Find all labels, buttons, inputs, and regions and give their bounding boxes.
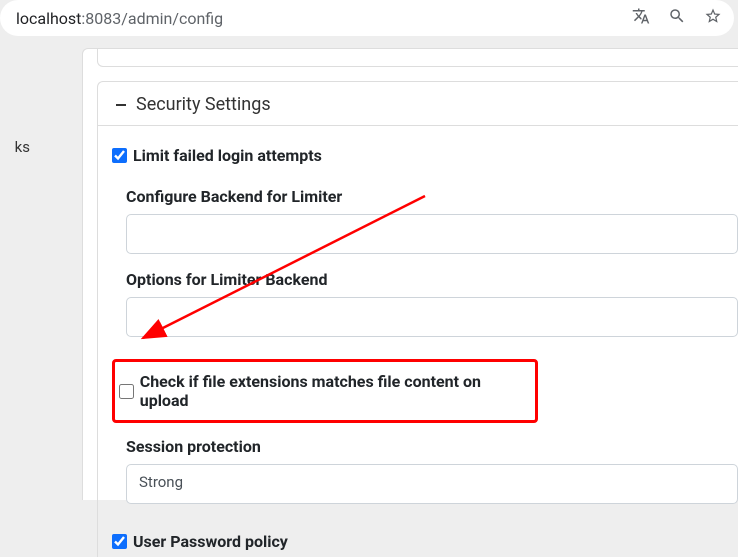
limiter-options-label: Options for Limiter Backend [126, 270, 738, 289]
section-title: Security Settings [136, 94, 271, 115]
password-policy-label[interactable]: User Password policy [133, 532, 288, 551]
star-icon[interactable] [704, 7, 722, 29]
limit-login-checkbox[interactable] [112, 148, 127, 163]
url-text: localhost:8083/admin/config [16, 9, 223, 28]
session-protection-select[interactable]: Strong [126, 464, 738, 504]
config-panel: Security Settings Limit failed login att… [82, 48, 738, 500]
address-bar-icons [632, 7, 722, 29]
translate-icon[interactable] [632, 7, 650, 29]
check-extensions-row: Check if file extensions matches file co… [119, 372, 527, 410]
session-protection-label: Session protection [126, 437, 738, 456]
configure-backend-label: Configure Backend for Limiter [126, 187, 738, 206]
password-policy-row: User Password policy [112, 530, 738, 557]
limiter-options-group: Options for Limiter Backend [112, 270, 738, 337]
configure-backend-group: Configure Backend for Limiter [112, 187, 738, 254]
zoom-icon[interactable] [668, 7, 686, 29]
limit-login-label[interactable]: Limit failed login attempts [133, 146, 322, 165]
check-extensions-label[interactable]: Check if file extensions matches file co… [140, 372, 527, 410]
configure-backend-input[interactable] [126, 214, 738, 254]
browser-address-bar[interactable]: localhost:8083/admin/config [0, 0, 734, 36]
sidebar-fragment: ks [0, 138, 30, 156]
security-form: Limit failed login attempts Configure Ba… [97, 126, 738, 557]
password-policy-checkbox[interactable] [112, 534, 127, 549]
section-header-security[interactable]: Security Settings [97, 81, 738, 126]
limit-login-row: Limit failed login attempts [112, 144, 738, 171]
previous-section-edge [97, 49, 738, 67]
session-protection-group: Session protection Strong [112, 437, 738, 504]
collapse-icon[interactable] [114, 98, 128, 112]
highlight-annotation: Check if file extensions matches file co… [112, 359, 538, 423]
limiter-options-input[interactable] [126, 297, 738, 337]
check-extensions-checkbox[interactable] [119, 384, 134, 399]
